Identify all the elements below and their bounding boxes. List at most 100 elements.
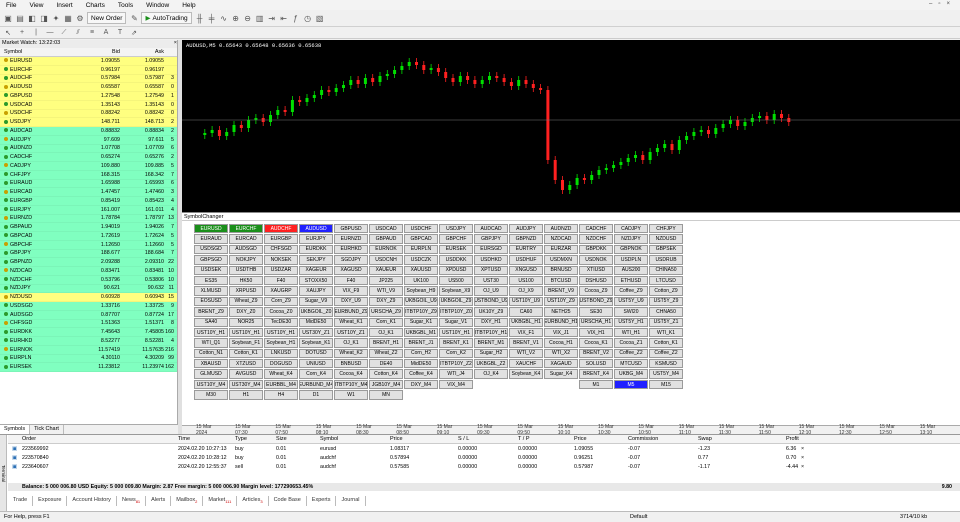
symbol-button[interactable]: Soybean_K1 <box>299 338 333 348</box>
symbol-button[interactable]: XAUCHF <box>509 359 543 369</box>
symbol-button[interactable]: WTI_X2 <box>544 348 578 359</box>
close-icon[interactable]: × <box>174 40 177 48</box>
symbol-button[interactable]: WTI_K1 <box>649 327 683 338</box>
symbol-button[interactable]: XAUUSD <box>404 265 438 275</box>
symbol-button[interactable]: ITBTP10Y_H1 <box>474 327 508 338</box>
symbol-button[interactable]: DOGUSD <box>264 359 298 369</box>
symbol-button[interactable]: OJ_K1 <box>369 327 403 338</box>
market-row[interactable]: GBPJPY 188.677 188.684 7 <box>0 249 177 259</box>
symbol-button[interactable]: MidDE50 <box>404 359 438 369</box>
symbol-button[interactable]: Cocoa_K4 <box>334 369 368 379</box>
symbol-button[interactable]: D1 <box>299 390 333 400</box>
symbol-button[interactable]: WTI_V2 <box>509 348 543 359</box>
terminal-tab[interactable]: Journal <box>336 496 366 506</box>
terminal-col-0[interactable]: Order <box>22 436 36 442</box>
close-order-icon[interactable]: × <box>801 446 804 452</box>
market-row[interactable]: CADCHF 0.65274 0.65276 2 <box>0 153 177 162</box>
symbol-button[interactable]: GLMUSD <box>194 369 228 379</box>
symbol-button[interactable]: LTCUSD <box>649 275 683 286</box>
symbol-button[interactable]: M15 <box>649 379 683 390</box>
symbol-button[interactable]: CHNA50 <box>649 307 683 317</box>
symbol-button[interactable]: JGB10Y_M4 <box>369 379 403 390</box>
terminal-col-2[interactable]: Type <box>235 436 247 442</box>
symbol-button[interactable]: UST10Y_H1 <box>194 327 228 338</box>
symbol-button[interactable]: Sugar_V1 <box>439 317 473 327</box>
order-row[interactable]: ▣ 223640607 2024.02.20 12:55:37 sell 0.01 aud… <box>8 464 960 473</box>
symbol-button[interactable]: UST10Y_H1 <box>264 327 298 338</box>
symbol-button[interactable]: ITBTP10Y_Z9 <box>404 307 438 317</box>
candle-chart-icon[interactable]: ╪ <box>207 12 217 24</box>
symbol-button[interactable]: Wheat_Z9 <box>229 296 263 307</box>
col-ask[interactable]: Ask <box>120 49 164 55</box>
market-row[interactable]: NZDUSD 0.60928 0.60943 15 <box>0 293 177 302</box>
symbol-button[interactable]: XAUEUR <box>369 265 403 275</box>
market-row[interactable]: EURHKD 8.52277 8.52281 4 <box>0 337 177 346</box>
symbol-button[interactable]: SE30 <box>579 307 613 317</box>
period-icon[interactable]: ◷ <box>303 12 313 24</box>
symbol-button[interactable]: CHFJPY <box>649 224 683 234</box>
symbol-button[interactable]: UKBGBL_Z2 <box>474 359 508 369</box>
col-symbol[interactable]: Symbol <box>0 49 78 55</box>
price-chart[interactable]: AUDUSD,M5 0.65643 0.65648 0.65636 0.6563… <box>182 40 960 212</box>
symbol-button[interactable]: USDHKD <box>474 255 508 265</box>
zoom-out-icon[interactable]: ⊖ <box>243 12 253 24</box>
symbol-button[interactable]: XTIUSD <box>579 265 613 275</box>
symbol-button[interactable]: EURGBP <box>264 234 298 244</box>
symbol-button[interactable]: USTBOND_U9 <box>474 296 508 307</box>
market-row[interactable]: GBPAUD 1.94019 1.94026 7 <box>0 223 177 232</box>
symbol-button[interactable]: EURSEK <box>439 244 473 255</box>
symbol-button[interactable]: Coffee_K4 <box>404 369 438 379</box>
symbol-button[interactable]: BRENT_H1 <box>369 338 403 348</box>
symbol-button[interactable]: UST5Y_Z9 <box>649 296 683 307</box>
zoom-in-icon[interactable]: ⊕ <box>231 12 241 24</box>
symbol-button[interactable]: DXY_Z0 <box>229 307 263 317</box>
symbol-button[interactable]: EURNZD <box>334 234 368 244</box>
autoscroll-icon[interactable]: ⇥ <box>267 12 277 24</box>
symbol-button[interactable]: OJ_U9 <box>474 286 508 296</box>
terminal-tab[interactable]: Account History <box>67 496 117 506</box>
symbol-button[interactable]: BRENT_V1 <box>509 338 543 348</box>
indicators-icon[interactable]: ƒ <box>291 12 301 24</box>
symbol-button[interactable]: EURAUD <box>194 234 228 244</box>
symbol-button[interactable]: USDHUF <box>509 255 543 265</box>
symbol-button[interactable]: Wheat_Z2 <box>369 348 403 359</box>
market-row[interactable]: NZDJPY 90.621 90.632 11 <box>0 284 177 294</box>
order-row[interactable]: ▣ 223570840 2024.02.20 10:28:12 buy 0.01 audc… <box>8 455 960 464</box>
menu-item-window[interactable]: Window <box>140 2 176 9</box>
menu-item-view[interactable]: View <box>23 2 50 9</box>
symbol-button[interactable]: DXY_U9 <box>334 296 368 307</box>
col-bid[interactable]: Bid <box>78 49 120 55</box>
symbol-button[interactable]: UKBGBL_H1 <box>509 317 543 327</box>
order-row[interactable]: ▣ 223569992 2024.02.20 10:27:13 buy 0.01 euru… <box>8 446 960 455</box>
symbol-button[interactable]: OJ_X9 <box>509 286 543 296</box>
symbol-button[interactable]: SEKJPY <box>299 255 333 265</box>
symbol-button[interactable]: EURDKK <box>299 244 333 255</box>
symbol-button[interactable]: BRENT_K4 <box>579 369 613 379</box>
symbol-button[interactable]: NOR25 <box>229 317 263 327</box>
symbol-button[interactable]: SA40 <box>194 317 228 327</box>
symbol-button[interactable]: W1 <box>334 390 368 400</box>
symbol-button[interactable]: BRENT_V2 <box>579 348 613 359</box>
terminal-col-4[interactable]: Symbol <box>320 436 338 442</box>
profiles-icon[interactable]: ▤ <box>15 12 25 24</box>
symbol-button[interactable]: OJ_K4 <box>474 369 508 379</box>
crosshair-icon[interactable]: + <box>17 27 27 39</box>
terminal-tab[interactable]: Experts <box>307 496 337 506</box>
symbol-button[interactable]: ITBTP10Y_M4 <box>334 379 368 390</box>
symbol-button[interactable]: BRNUSD <box>544 265 578 275</box>
symbol-button[interactable]: XPDUSD <box>439 265 473 275</box>
terminal-tab[interactable]: Market111 <box>203 496 238 506</box>
symbol-button[interactable]: Soybean_X9 <box>439 286 473 296</box>
market-row[interactable]: GBPCHF 1.12650 1.12660 5 <box>0 240 177 250</box>
chart-shift-icon[interactable]: ⇤ <box>279 12 289 24</box>
symbol-button[interactable]: UST10Y_Z1 <box>334 327 368 338</box>
market-row[interactable]: USDCAD 1.35143 1.35143 0 <box>0 100 177 110</box>
symbol-button[interactable]: Cotton_Z9 <box>649 286 683 296</box>
symbol-button[interactable]: MTCUSD <box>614 359 648 369</box>
symbol-button[interactable]: H1 <box>229 390 263 400</box>
menu-item-file[interactable]: File <box>0 2 23 9</box>
symbol-button[interactable]: USDMXN <box>544 255 578 265</box>
symbol-button[interactable]: EURTRY <box>509 244 543 255</box>
symbol-button[interactable]: Cocoa_K1 <box>579 338 613 348</box>
symbol-button[interactable]: TecDE30 <box>264 317 298 327</box>
